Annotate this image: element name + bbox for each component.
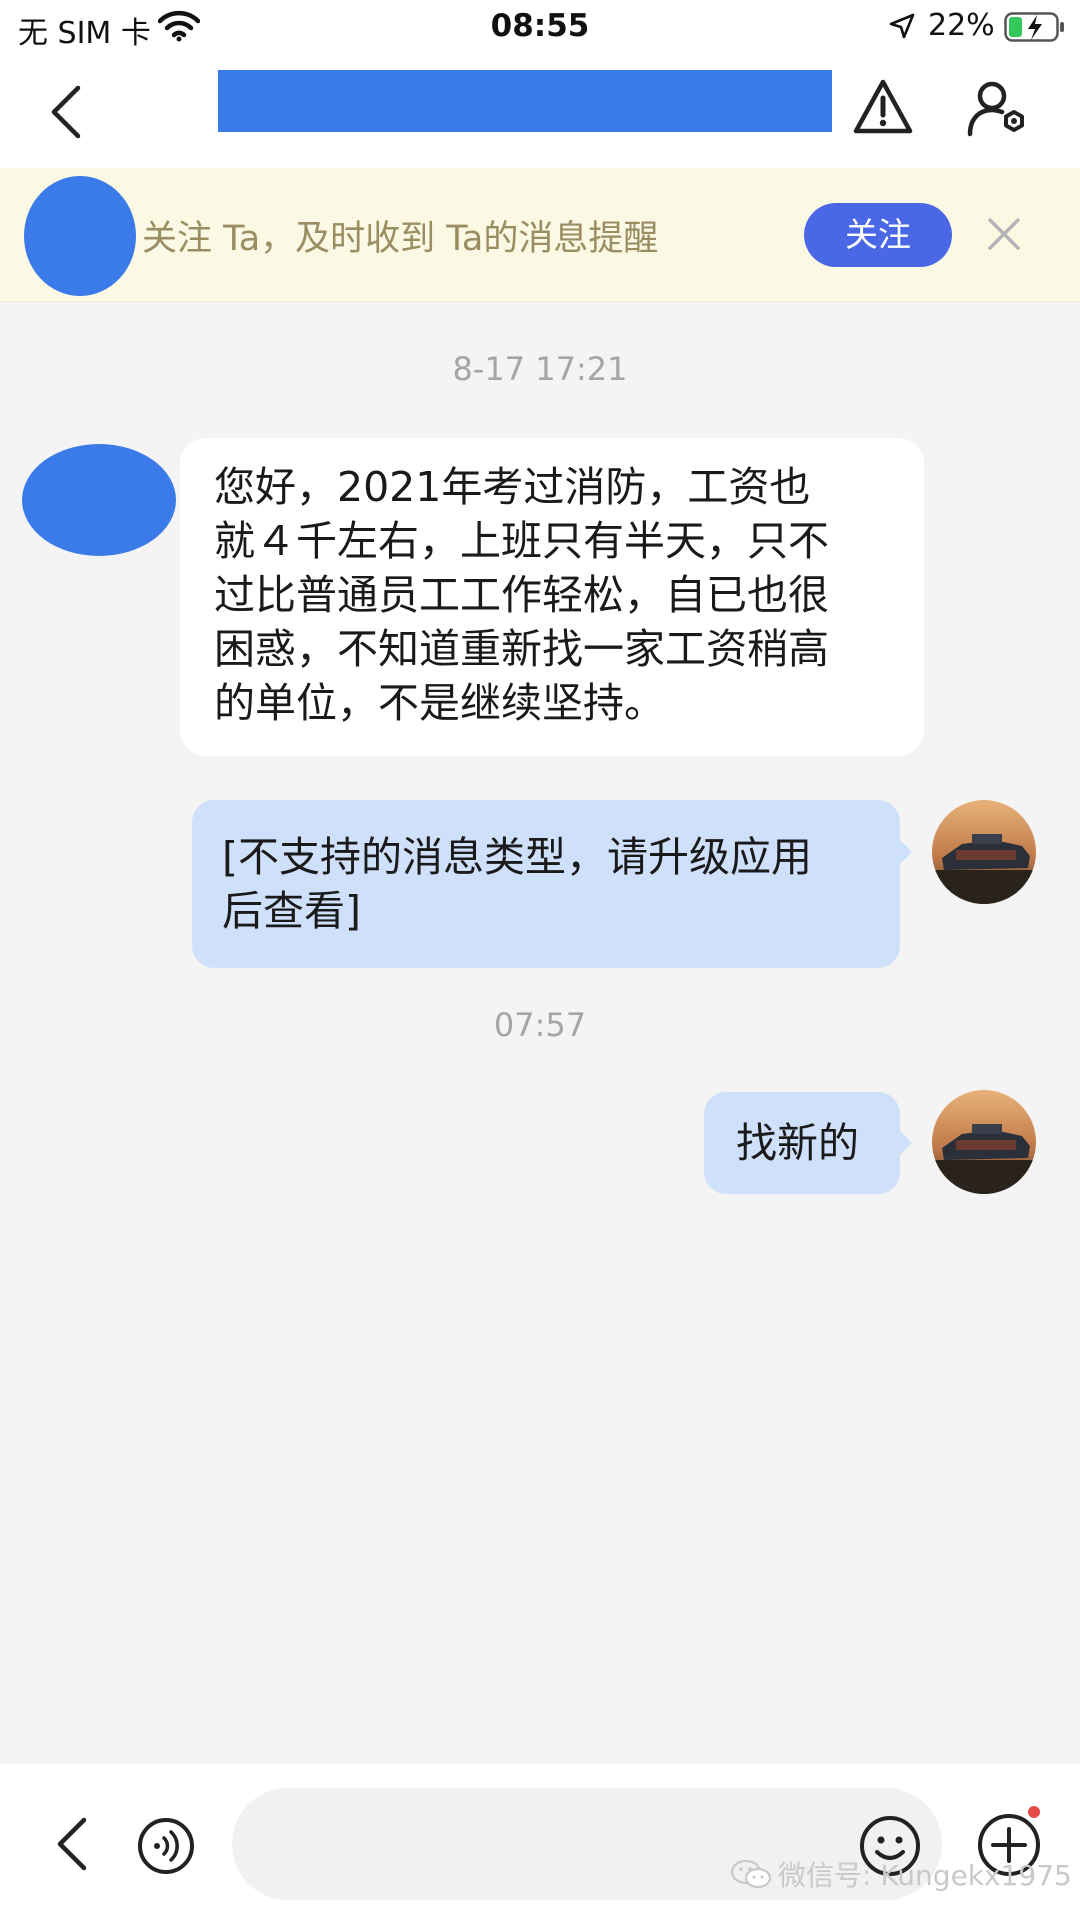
message-text-line: 过比普通员工工作轻松，自已也很 [214,571,829,619]
battery-percent: 22% [928,8,995,43]
watermark: 微信号: Kungekx1975 [730,1854,1072,1894]
my-avatar[interactable] [932,800,1036,904]
bubble-tail [900,1131,912,1155]
warning-icon[interactable] [852,78,914,136]
message-text-line: [不支持的消息类型，请升级应用 [222,833,812,881]
chevron-left-icon[interactable] [50,1814,94,1874]
contact-avatar-redacted [22,444,176,556]
follow-button[interactable]: 关注 [804,203,952,267]
chat-title-redacted [218,70,832,132]
message-text-line: 困惑，不知道重新找一家工资稍高 [214,625,829,673]
battery-charging-icon [1004,12,1064,42]
message-text-line: 的单位，不是继续坚持。 [214,679,665,727]
message-text-line: 您好，2021年考过消防，工资也 [214,463,811,511]
notification-dot [1028,1806,1040,1818]
follow-banner: 关注 Ta，及时收到 Ta的消息提醒 关注 [0,168,1080,302]
message-text-line: 找新的 [736,1119,859,1167]
input-bar: 微信号: Kungekx1975 [0,1764,1080,1920]
clock: 08:55 [490,8,590,44]
status-bar: 无 SIM 卡 08:55 22% [0,0,1080,56]
voice-icon[interactable] [136,1816,196,1876]
wechat-icon [730,1859,772,1889]
my-avatar[interactable] [932,1090,1036,1194]
follow-prompt-text: 关注 Ta，及时收到 Ta的消息提醒 [142,219,659,259]
message-timestamp: 8-17 17:21 [452,350,628,388]
bubble-tail [900,840,912,864]
close-icon[interactable] [984,214,1024,254]
user-settings-icon[interactable] [966,78,1030,138]
incoming-message-bubble[interactable]: 您好，2021年考过消防，工资也 就４千左右，上班只有半天，只不 过比普通员工工… [180,438,924,756]
outgoing-message-bubble[interactable]: [不支持的消息类型，请升级应用 后查看] [192,800,900,968]
location-arrow-icon [889,13,915,39]
watermark-text: 微信号: Kungekx1975 [778,1859,1072,1892]
outgoing-message-bubble[interactable]: 找新的 [704,1092,900,1194]
message-text-line: 后查看] [222,887,361,935]
message-timestamp: 07:57 [493,1006,587,1044]
message-text-line: 就４千左右，上班只有半天，只不 [214,517,829,565]
contact-avatar-redacted [24,176,136,296]
back-icon[interactable] [40,80,92,144]
nav-bar [0,56,1080,168]
